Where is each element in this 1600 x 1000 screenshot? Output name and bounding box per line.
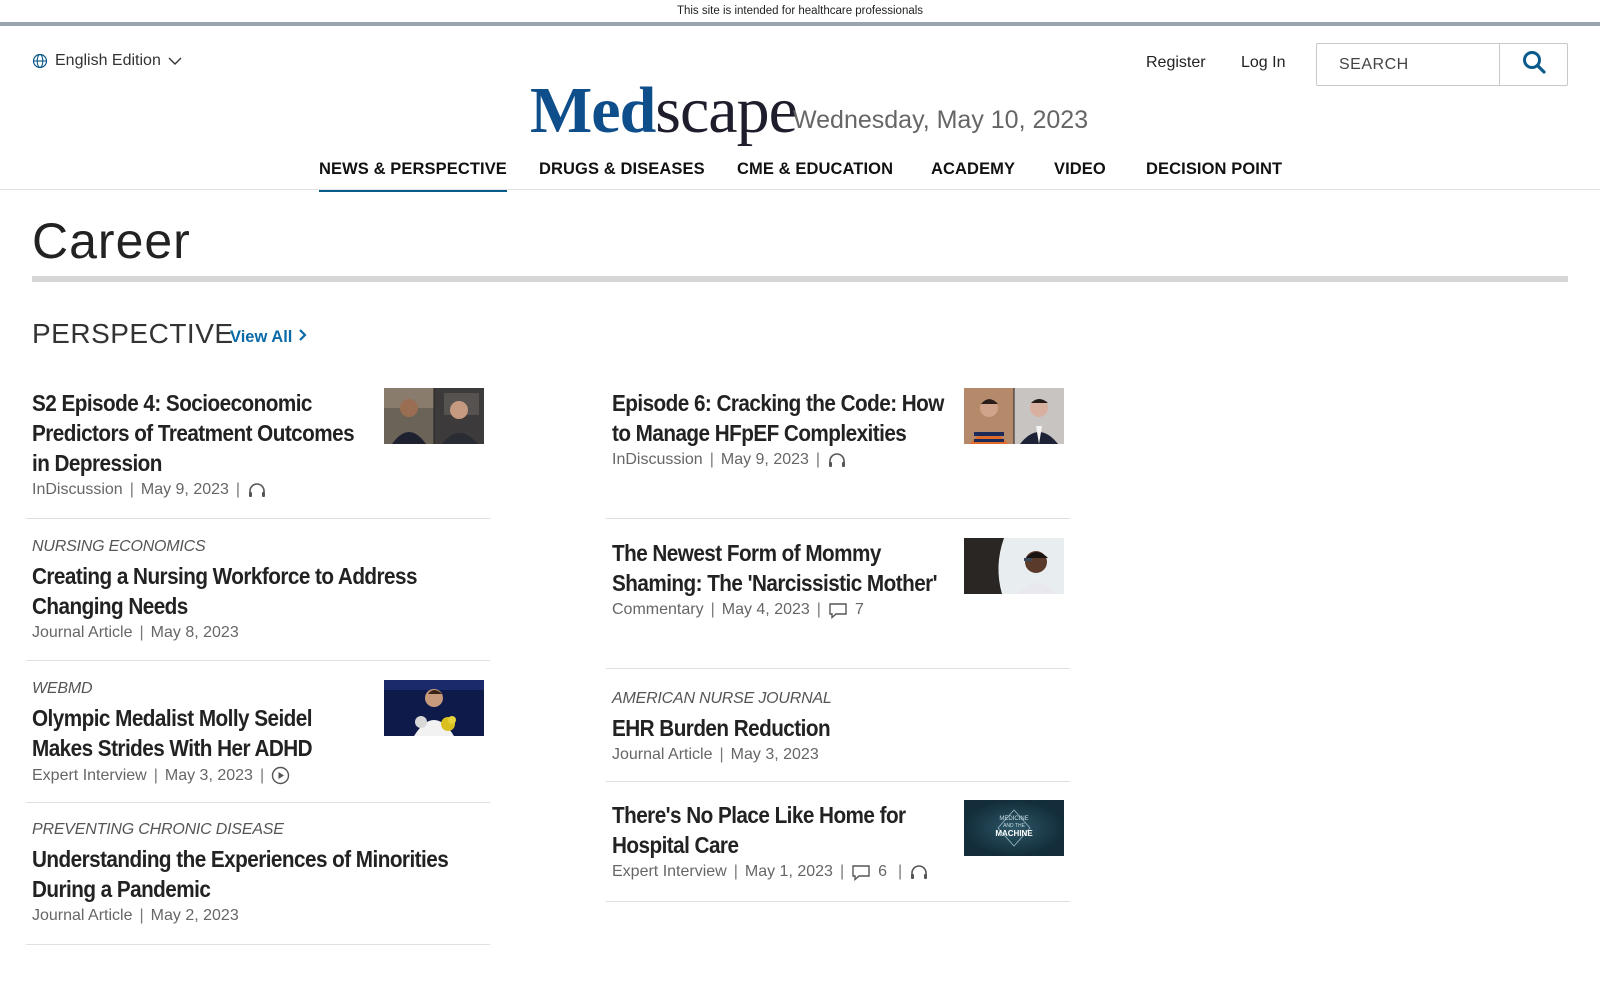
chevron-down-icon xyxy=(168,56,182,66)
article-card[interactable]: NURSING ECONOMICS Creating a Nursing Wor… xyxy=(26,538,490,661)
login-link[interactable]: Log In xyxy=(1241,54,1285,72)
article-date: May 8, 2023 xyxy=(150,624,239,641)
article-card[interactable]: S2 Episode 4: Socioeconomic Predictors o… xyxy=(26,388,490,519)
headphones-icon xyxy=(909,864,929,880)
nav-news-perspective[interactable]: NEWS & PERSPECTIVE xyxy=(319,160,507,192)
article-meta: Expert Interview | May 3, 2023 | xyxy=(32,766,490,785)
article-headline[interactable]: Olympic Medalist Molly Seidel Makes Stri… xyxy=(32,703,365,763)
article-card[interactable]: There's No Place Like Home for Hospital … xyxy=(606,800,1070,902)
article-meta: InDiscussion | May 9, 2023 | xyxy=(32,481,490,499)
globe-icon xyxy=(32,53,48,69)
article-headline[interactable]: Episode 6: Cracking the Code: How to Man… xyxy=(612,388,945,448)
article-source: PREVENTING CHRONIC DISEASE xyxy=(32,821,284,838)
article-type: Journal Article xyxy=(32,624,133,641)
medscape-logo[interactable]: Medscape xyxy=(530,78,798,144)
article-card[interactable]: The Newest Form of Mommy Shaming: The 'N… xyxy=(606,538,1070,669)
article-thumbnail[interactable] xyxy=(964,388,1064,444)
edition-selector[interactable]: English Edition xyxy=(32,52,182,70)
article-type: InDiscussion xyxy=(32,481,123,498)
topbar-divider xyxy=(0,22,1600,26)
article-meta: Journal Article | May 3, 2023 xyxy=(612,746,819,763)
main-nav: NEWS & PERSPECTIVE DRUGS & DISEASES CME … xyxy=(0,160,1600,192)
register-link[interactable]: Register xyxy=(1146,54,1206,72)
article-meta: Expert Interview | May 1, 2023 | 6 | xyxy=(612,863,1070,881)
view-all-link[interactable]: View All xyxy=(230,328,307,347)
article-thumbnail[interactable] xyxy=(384,388,484,444)
current-date: Wednesday, May 10, 2023 xyxy=(793,106,1089,134)
article-card[interactable]: AMERICAN NURSE JOURNAL EHR Burden Reduct… xyxy=(606,690,1070,782)
article-card[interactable]: PREVENTING CHRONIC DISEASE Understanding… xyxy=(26,821,490,945)
search-box xyxy=(1316,43,1568,86)
article-thumbnail[interactable] xyxy=(964,538,1064,594)
play-icon xyxy=(271,766,290,785)
svg-text:MACHINE: MACHINE xyxy=(995,829,1033,838)
article-date: May 9, 2023 xyxy=(720,451,809,468)
nav-drugs-diseases[interactable]: DRUGS & DISEASES xyxy=(539,160,705,192)
search-button[interactable] xyxy=(1499,44,1567,85)
article-date: May 9, 2023 xyxy=(140,481,229,498)
view-all-label: View All xyxy=(230,328,293,346)
article-meta: Journal Article | May 8, 2023 xyxy=(32,624,239,641)
article-type: Journal Article xyxy=(612,746,713,763)
article-type: Expert Interview xyxy=(612,863,727,880)
article-type: Commentary xyxy=(612,601,704,618)
article-thumbnail[interactable] xyxy=(384,680,484,736)
nav-cme-education[interactable]: CME & EDUCATION xyxy=(737,160,893,192)
comment-icon xyxy=(828,602,848,619)
article-headline[interactable]: The Newest Form of Mommy Shaming: The 'N… xyxy=(612,538,945,598)
article-headline[interactable]: There's No Place Like Home for Hospital … xyxy=(612,800,945,860)
article-date: May 3, 2023 xyxy=(164,766,253,784)
article-meta: Commentary | May 4, 2023 | 7 xyxy=(612,601,864,619)
article-headline[interactable]: EHR Burden Reduction xyxy=(612,713,1053,743)
article-thumbnail[interactable]: MEDICINE AND THE MACHINE xyxy=(964,800,1064,856)
article-source: NURSING ECONOMICS xyxy=(32,538,206,555)
search-icon xyxy=(1522,50,1546,79)
section-title: PERSPECTIVE xyxy=(32,318,234,349)
comment-count: 6 xyxy=(878,863,887,880)
page-title: Career xyxy=(32,213,191,269)
search-input[interactable] xyxy=(1317,44,1499,85)
article-card[interactable]: WEBMD Olympic Medalist Molly Seidel Make… xyxy=(26,680,490,803)
article-headline[interactable]: Creating a Nursing Workforce to Address … xyxy=(32,561,473,621)
article-type: InDiscussion xyxy=(612,451,703,468)
article-date: May 4, 2023 xyxy=(721,601,810,618)
headphones-icon xyxy=(827,452,847,468)
article-date: May 2, 2023 xyxy=(150,907,239,924)
nav-video[interactable]: VIDEO xyxy=(1054,160,1106,192)
edition-label: English Edition xyxy=(55,52,161,69)
article-type: Expert Interview xyxy=(32,766,147,784)
article-source: AMERICAN NURSE JOURNAL xyxy=(612,690,832,707)
article-date: May 3, 2023 xyxy=(730,746,819,763)
comment-count: 7 xyxy=(854,601,864,618)
title-divider xyxy=(32,276,1568,282)
svg-text:MEDICINE: MEDICINE xyxy=(999,816,1028,822)
nav-decision-point[interactable]: DECISION POINT xyxy=(1146,160,1282,192)
article-card[interactable]: Episode 6: Cracking the Code: How to Man… xyxy=(606,388,1070,519)
chevron-right-icon xyxy=(298,328,307,347)
article-date: May 1, 2023 xyxy=(744,863,833,880)
article-type: Journal Article xyxy=(32,907,133,924)
article-headline[interactable]: S2 Episode 4: Socioeconomic Predictors o… xyxy=(32,388,365,478)
headphones-icon xyxy=(247,482,267,498)
article-meta: Journal Article | May 2, 2023 xyxy=(32,907,239,924)
article-meta: InDiscussion | May 9, 2023 | xyxy=(612,451,1070,469)
nav-divider xyxy=(0,189,1600,190)
healthcare-notice: This site is intended for healthcare pro… xyxy=(676,5,924,17)
nav-academy[interactable]: ACADEMY xyxy=(931,160,1015,192)
article-headline[interactable]: Understanding the Experiences of Minorit… xyxy=(32,844,473,904)
comment-icon xyxy=(851,864,871,881)
